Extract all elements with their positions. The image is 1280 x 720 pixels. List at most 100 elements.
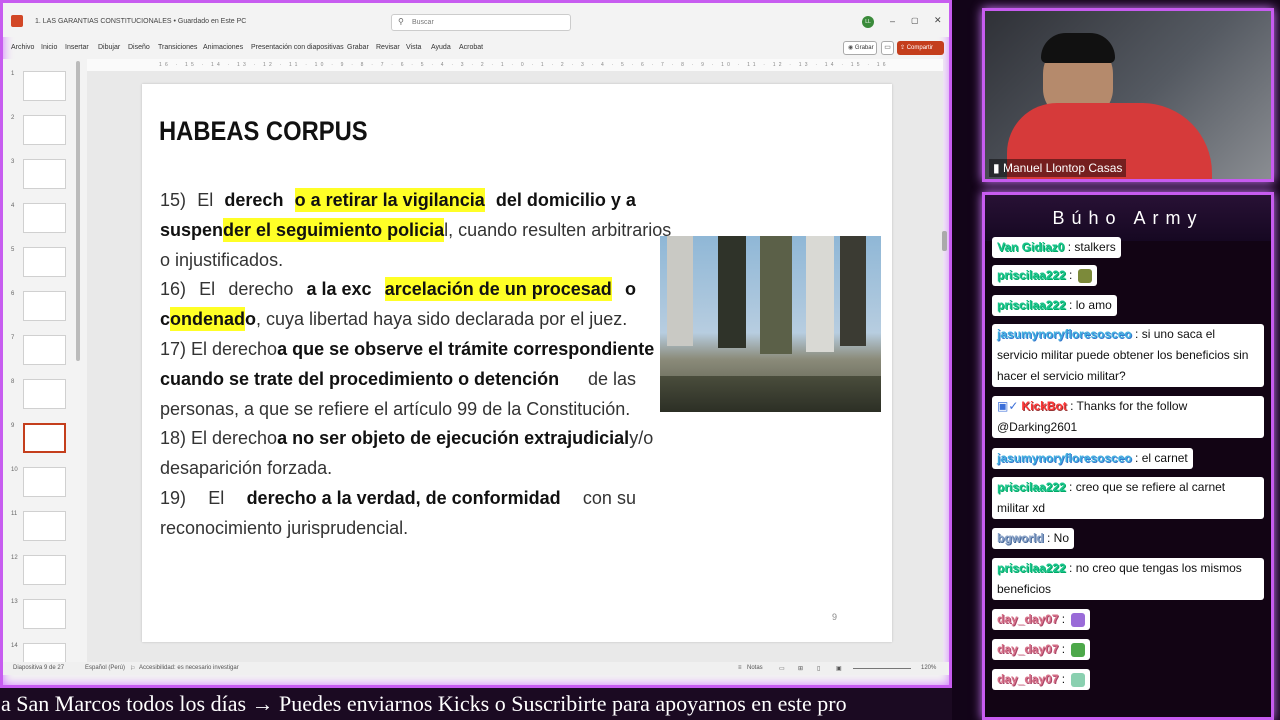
normal-view-icon[interactable]: ▭ xyxy=(779,665,785,672)
ribbon-tab-acrobat[interactable]: Acrobat xyxy=(459,44,483,51)
ticker-banner: a San Marcos todos los días → Puedes env… xyxy=(0,688,952,720)
notes-button[interactable]: Notas xyxy=(747,665,763,671)
zoom-slider[interactable] xyxy=(853,668,911,669)
slide-thumbnail-10[interactable] xyxy=(23,467,66,497)
chat-username[interactable]: priscilaa222 xyxy=(997,480,1066,494)
slide-text-line: 15) El derech o a retirar la vigilancia del … xyxy=(160,188,636,212)
ribbon-tab-transiciones[interactable]: Transiciones xyxy=(158,44,197,51)
slide-text-line: 18) El derecho a no ser objeto de ejecuci… xyxy=(160,426,653,450)
slide-thumbnail-4[interactable] xyxy=(23,203,66,233)
thumbnail-scrollbar[interactable] xyxy=(76,61,80,361)
slide-text-run: , cuya libertad haya sido declarada por … xyxy=(256,309,628,330)
slide-text-line: o injustificados. xyxy=(160,248,636,272)
slide-thumbnail-6[interactable] xyxy=(23,291,66,321)
accessibility-label[interactable]: Accesibilidad: es necesario investigar xyxy=(139,665,239,671)
slide-thumbnail-8[interactable] xyxy=(23,379,66,409)
photo-crowd xyxy=(660,376,881,412)
photo-figure xyxy=(840,236,866,346)
record-button[interactable]: ◉ Grabar xyxy=(843,41,877,55)
vertical-scrollbar[interactable] xyxy=(942,231,947,251)
record-label: Grabar xyxy=(854,45,874,51)
ribbon-tab-animaciones[interactable]: Animaciones xyxy=(203,44,243,51)
slide-text-run: 15) xyxy=(160,190,187,210)
chat-text: : xyxy=(1058,642,1066,656)
slide-thumbnail-5[interactable] xyxy=(23,247,66,277)
search-input[interactable]: Buscar xyxy=(412,19,434,26)
file-title[interactable]: 1. LAS GARANTIAS CONSTITUCIONALES • Guar… xyxy=(35,18,246,25)
chat-message: ▣✓ KickBot : Thanks for the follow @Darki… xyxy=(992,396,1264,438)
slide-thumbnail-11[interactable] xyxy=(23,511,66,541)
slide-text-run: derecho a la verdad, de conformidad xyxy=(246,488,561,508)
reading-view-icon[interactable]: ▯ xyxy=(817,665,820,672)
user-avatar[interactable]: LL xyxy=(862,16,874,28)
comments-button[interactable]: ▭ xyxy=(881,41,894,55)
chat-username[interactable]: priscilaa222 xyxy=(997,561,1066,575)
record-icon: ◉ xyxy=(848,45,854,51)
chat-text: : xyxy=(1065,268,1073,282)
slide-text-run: cuando se trate del procedimiento o dete… xyxy=(160,368,560,389)
chat-username[interactable]: priscilaa222 xyxy=(997,268,1066,282)
ribbon-tab-insertar[interactable]: Insertar xyxy=(65,44,89,51)
slide-thumbnails[interactable]: 1 2 3 4 5 6 7 8 9 10 11 12 13 14 xyxy=(3,59,83,673)
slide-thumb-number: 5 xyxy=(11,247,15,253)
search-box[interactable]: ⚲ Buscar xyxy=(391,14,571,31)
chat-username[interactable]: bgworld xyxy=(997,531,1044,545)
slide-counter[interactable]: Diapositiva 9 de 27 xyxy=(13,665,64,671)
slide-text-line: reconocimiento jurisprudencial. xyxy=(160,516,636,540)
chat-username[interactable]: jasumynoryfloresosceo xyxy=(997,451,1132,465)
ribbon-tab-diseño[interactable]: Diseño xyxy=(128,44,150,51)
ribbon-tab-vista[interactable]: Vista xyxy=(406,44,421,51)
chat-username[interactable]: day_day07 xyxy=(997,642,1058,656)
close-button[interactable]: ✕ xyxy=(934,15,942,26)
ribbon-tab-revisar[interactable]: Revisar xyxy=(376,44,400,51)
chat-username[interactable]: Van Gidiaz0 xyxy=(997,240,1064,254)
slide-thumbnail-7[interactable] xyxy=(23,335,66,365)
minimize-button[interactable]: – xyxy=(890,16,895,26)
slide-text-run: c xyxy=(160,309,171,330)
ribbon-tab-inicio[interactable]: Inicio xyxy=(41,44,57,51)
ribbon-tab-dibujar[interactable]: Dibujar xyxy=(98,44,120,51)
chat-message: priscilaa222 : no creo que tengas los mi… xyxy=(992,558,1264,600)
chat-username[interactable]: priscilaa222 xyxy=(997,298,1066,312)
slide-thumbnail-1[interactable] xyxy=(23,71,66,101)
photo-figure xyxy=(718,236,746,348)
slide-thumb-number: 8 xyxy=(11,379,15,385)
ribbon-tab-ayuda[interactable]: Ayuda xyxy=(431,44,451,51)
chat-username[interactable]: day_day07 xyxy=(997,612,1058,626)
chat-message: jasumynoryfloresosceo : el carnet xyxy=(992,448,1193,469)
ruler-ticks: 16 · 15 · 14 · 13 · 12 · 11 · 10 · 9 · 8… xyxy=(159,62,889,68)
chat-username[interactable]: jasumynoryfloresosceo xyxy=(997,327,1132,341)
slide-thumbnail-12[interactable] xyxy=(23,555,66,585)
slide-page-number: 9 xyxy=(832,612,838,622)
language-label[interactable]: Español (Perú) xyxy=(85,665,125,671)
chat-text: : xyxy=(1058,612,1066,626)
chat-text: : stalkers xyxy=(1064,240,1116,254)
slide-thumbnail-13[interactable] xyxy=(23,599,66,629)
photo-figure xyxy=(760,236,792,354)
ribbon-tab-archivo[interactable]: Archivo xyxy=(11,44,34,51)
powerpoint-logo xyxy=(11,15,23,27)
zoom-level[interactable]: 120% xyxy=(921,665,936,671)
slide-thumb-number: 2 xyxy=(11,115,15,121)
slide-thumb-number: 1 xyxy=(11,71,15,77)
maximize-button[interactable]: ▢ xyxy=(911,16,919,25)
slide-text-run: 17) El derecho xyxy=(160,339,278,359)
slideshow-icon[interactable]: ▣ xyxy=(836,665,842,672)
ribbon-tab-presentación-con-diapositivas[interactable]: Presentación con diapositivas xyxy=(251,44,344,51)
horizontal-ruler: 16 · 15 · 14 · 13 · 12 · 11 · 10 · 9 · 8… xyxy=(87,59,943,71)
slide-thumbnail-3[interactable] xyxy=(23,159,66,189)
share-button[interactable]: ⇪ Compartir xyxy=(897,41,944,55)
chat-username[interactable]: KickBot xyxy=(1021,399,1066,413)
slide-text-line: 19) El derecho a la verdad, de conformidad… xyxy=(160,486,636,510)
title-bar: 1. LAS GARANTIAS CONSTITUCIONALES • Guar… xyxy=(3,3,949,37)
chat-message: priscilaa222 : lo amo xyxy=(992,295,1117,316)
sorter-view-icon[interactable]: ⊞ xyxy=(798,665,803,672)
slide-thumbnail-9[interactable] xyxy=(23,423,66,453)
accessibility-icon: ⚐ xyxy=(130,666,136,672)
ribbon-tab-grabar[interactable]: Grabar xyxy=(347,44,369,51)
slide-thumbnail-2[interactable] xyxy=(23,115,66,145)
chat-message: Van Gidiaz0 : stalkers xyxy=(992,237,1121,258)
slide-text-run: a que se observe el trámite correspondie… xyxy=(277,339,655,359)
chat-username[interactable]: day_day07 xyxy=(997,672,1058,686)
signal-icon: ▮ xyxy=(993,161,1000,175)
